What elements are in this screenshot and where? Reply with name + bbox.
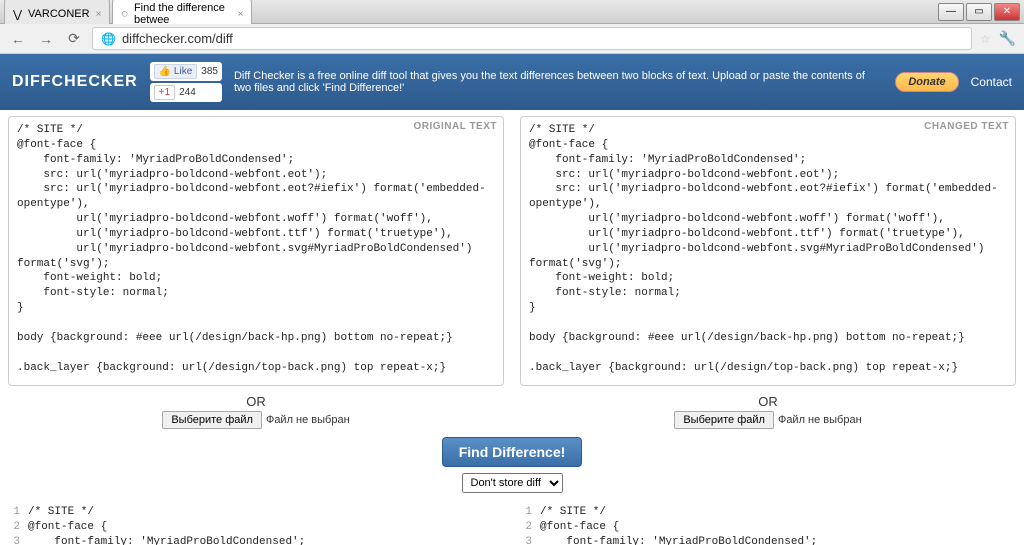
- or-text: OR: [8, 392, 504, 411]
- like-button[interactable]: 👍 Like: [154, 64, 198, 79]
- minimize-button[interactable]: —: [938, 3, 964, 21]
- browser-window: ⋁ VARCONER × ◌ Find the difference betwe…: [0, 0, 1024, 545]
- contact-link[interactable]: Contact: [971, 75, 1012, 89]
- line-number: 3: [8, 535, 28, 545]
- file-upload-row: OR Выберите файл Файл не выбран OR Выбер…: [0, 392, 1024, 429]
- no-file-label: Файл не выбран: [778, 414, 862, 426]
- result-right: 1/* SITE */2@font-face {3 font-family: '…: [520, 505, 1016, 545]
- page-content: DIFFCHECKER 👍 Like 385 +1 244 Diff Check…: [0, 54, 1024, 545]
- line-code: @font-face {: [540, 520, 619, 535]
- close-icon[interactable]: ×: [238, 9, 244, 20]
- maximize-button[interactable]: ▭: [966, 3, 992, 21]
- line-code: font-family: 'MyriadProBoldCondensed';: [540, 535, 817, 545]
- changed-label: CHANGED TEXT: [924, 121, 1009, 132]
- bookmark-icon[interactable]: ☆: [980, 32, 991, 46]
- file-picker-left[interactable]: Выберите файл Файл не выбран: [162, 411, 349, 429]
- or-text: OR: [520, 392, 1016, 411]
- line-number: 1: [8, 505, 28, 520]
- url-input[interactable]: 🌐 diffchecker.com/diff: [92, 27, 972, 50]
- result-line: 1/* SITE */: [520, 505, 1016, 520]
- action-row: Find Difference! Don't store diff: [0, 429, 1024, 499]
- logo: DIFFCHECKER: [12, 73, 138, 91]
- original-text[interactable]: /* SITE */ @font-face { font-family: 'My…: [9, 117, 503, 385]
- find-difference-button[interactable]: Find Difference!: [442, 437, 583, 467]
- tab-title: Find the difference betwee: [134, 2, 232, 26]
- line-code: /* SITE */: [28, 505, 94, 520]
- back-icon[interactable]: ←: [8, 29, 28, 49]
- result-row: 1/* SITE */2@font-face {3 font-family: '…: [0, 499, 1024, 545]
- page-header: DIFFCHECKER 👍 Like 385 +1 244 Diff Check…: [0, 54, 1024, 110]
- close-button[interactable]: ✕: [994, 3, 1020, 21]
- line-code: font-family: 'MyriadProBoldCondensed';: [28, 535, 305, 545]
- window-controls: — ▭ ✕: [938, 3, 1020, 21]
- result-line: 3 font-family: 'MyriadProBoldCondensed';: [520, 535, 1016, 545]
- title-bar: ⋁ VARCONER × ◌ Find the difference betwe…: [0, 0, 1024, 24]
- like-count: 385: [201, 66, 218, 77]
- original-label: ORIGINAL TEXT: [413, 121, 497, 132]
- tab-favicon: ◌: [121, 8, 128, 20]
- line-number: 1: [520, 505, 540, 520]
- settings-icon[interactable]: 🔧: [999, 30, 1016, 47]
- store-select[interactable]: Don't store diff: [462, 473, 563, 493]
- line-number: 3: [520, 535, 540, 545]
- reload-icon[interactable]: ⟳: [64, 29, 84, 49]
- file-picker-right[interactable]: Выберите файл Файл не выбран: [674, 411, 861, 429]
- changed-editor[interactable]: CHANGED TEXT /* SITE */ @font-face { fon…: [520, 116, 1016, 386]
- plus-count: 244: [179, 87, 196, 98]
- url-text: diffchecker.com/diff: [122, 31, 233, 46]
- line-code: /* SITE */: [540, 505, 606, 520]
- donate-button[interactable]: Donate: [895, 72, 958, 92]
- result-line: 2@font-face {: [8, 520, 504, 535]
- tab-favicon: ⋁: [13, 8, 22, 21]
- google-plus[interactable]: +1 244: [150, 83, 222, 102]
- no-file-label: Файл не выбран: [266, 414, 350, 426]
- result-line: 1/* SITE */: [8, 505, 504, 520]
- result-left: 1/* SITE */2@font-face {3 font-family: '…: [8, 505, 504, 545]
- line-number: 2: [520, 520, 540, 535]
- close-icon[interactable]: ×: [96, 9, 102, 20]
- tagline: Diff Checker is a free online diff tool …: [234, 70, 883, 94]
- globe-icon: 🌐: [101, 32, 116, 46]
- line-code: @font-face {: [28, 520, 107, 535]
- forward-icon[interactable]: →: [36, 29, 56, 49]
- address-bar: ← → ⟳ 🌐 diffchecker.com/diff ☆ 🔧: [0, 24, 1024, 54]
- editors-row: ORIGINAL TEXT /* SITE */ @font-face { fo…: [0, 110, 1024, 392]
- result-line: 3 font-family: 'MyriadProBoldCondensed';: [8, 535, 504, 545]
- facebook-like[interactable]: 👍 Like 385: [150, 62, 222, 81]
- plus-button[interactable]: +1: [154, 85, 175, 100]
- result-line: 2@font-face {: [520, 520, 1016, 535]
- choose-file-button[interactable]: Выберите файл: [674, 411, 774, 429]
- original-editor[interactable]: ORIGINAL TEXT /* SITE */ @font-face { fo…: [8, 116, 504, 386]
- choose-file-button[interactable]: Выберите файл: [162, 411, 262, 429]
- changed-text[interactable]: /* SITE */ @font-face { font-family: 'My…: [521, 117, 1015, 385]
- line-number: 2: [8, 520, 28, 535]
- tab-title: VARCONER: [28, 8, 90, 20]
